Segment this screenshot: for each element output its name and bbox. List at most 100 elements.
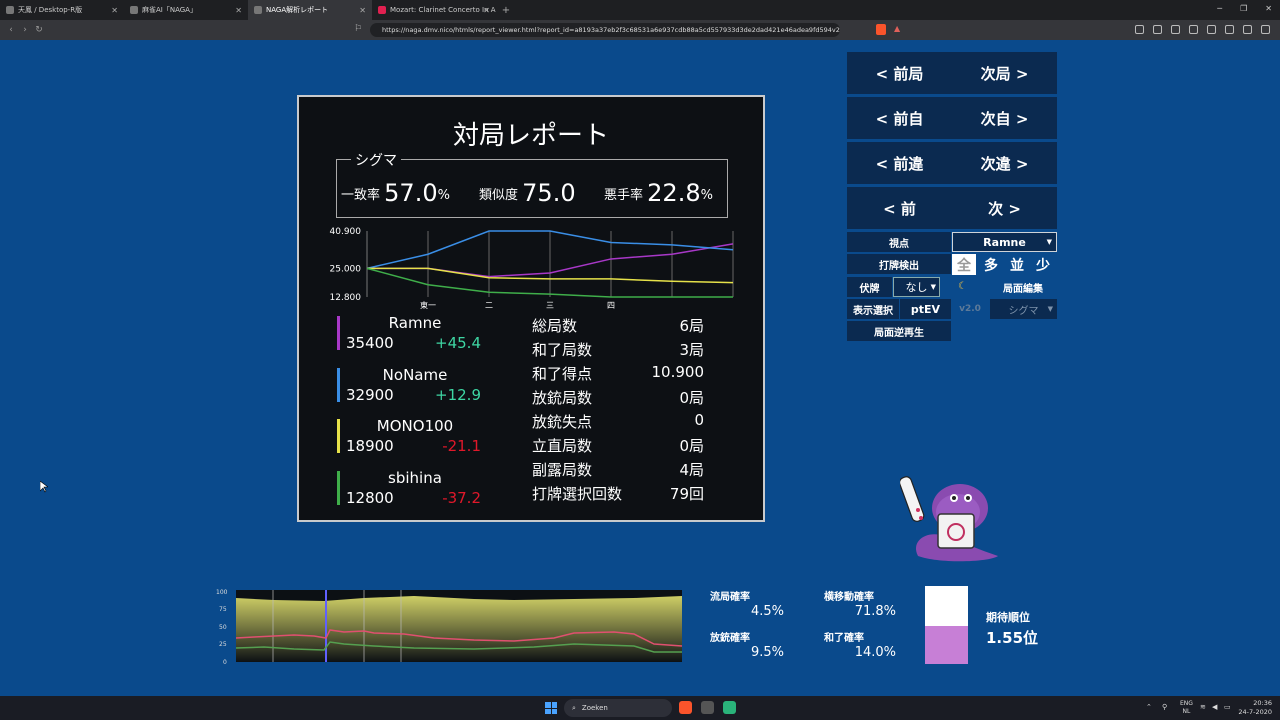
probability-mini-chart: 100 75 50 25 0 — [216, 589, 683, 666]
step-nav: < 前 次 > — [847, 187, 1057, 229]
brave-shield-icon[interactable] — [876, 24, 886, 35]
game-report-panel: 対局レポート シグマ 一致率 57.0% 類似度 75.0 悪手率 22.8% … — [297, 95, 765, 522]
next-round-button[interactable]: 次局 > — [952, 63, 1057, 84]
detect-normal-toggle[interactable]: 並 — [1005, 254, 1029, 275]
app-icon[interactable] — [723, 701, 736, 714]
bookmark-icon[interactable]: ⚐ — [354, 24, 362, 34]
close-window-icon[interactable]: ✕ — [1265, 4, 1272, 13]
stat-row: 打牌選択回数 79回 — [532, 485, 704, 503]
input-language[interactable]: ENG NL — [1180, 700, 1193, 716]
x-tick-label: 三 — [546, 301, 554, 309]
board-edit-button[interactable]: 局面編集 — [989, 277, 1057, 297]
discard-detect-label: 打牌検出 — [847, 254, 951, 274]
tab-favicon-icon — [378, 6, 386, 14]
stat-row: 放銃失点 0 — [532, 411, 704, 431]
hidden-tiles-select[interactable]: なし ▼ — [893, 277, 940, 297]
model-select[interactable]: シグマ ▼ — [990, 299, 1057, 319]
tab-favicon-icon — [6, 6, 14, 14]
back-icon[interactable]: ‹ — [4, 25, 18, 35]
minimize-icon[interactable]: ─ — [1217, 4, 1222, 13]
extension-icon[interactable] — [1189, 25, 1198, 34]
x-tick-label: 二 — [485, 301, 493, 309]
similarity: 類似度 75.0 — [479, 179, 576, 207]
search-icon: ⌕ — [572, 703, 576, 712]
forward-icon[interactable]: › — [18, 25, 32, 35]
display-select-label: 表示選択 — [847, 299, 899, 319]
taskbar-search[interactable]: ⌕ Zoeken — [564, 699, 672, 717]
prev-diff-button[interactable]: < 前違 — [847, 153, 952, 174]
mini-tick: 75 — [219, 606, 227, 613]
viewpoint-label: 視点 — [847, 232, 951, 252]
version-option[interactable]: v2.0 — [952, 299, 988, 319]
player-color-bar — [337, 471, 340, 505]
round-nav: < 前局 次局 > — [847, 52, 1057, 94]
viewpoint-select[interactable]: Ramne ▼ — [952, 232, 1057, 252]
prev-round-button[interactable]: < 前局 — [847, 63, 952, 84]
expected-rank-value: 1.55位 — [986, 629, 1039, 647]
prev-button[interactable]: < 前 — [847, 198, 952, 219]
prev-self-button[interactable]: < 前自 — [847, 108, 952, 129]
ai-summary-box: シグマ 一致率 57.0% 類似度 75.0 悪手率 22.8% — [336, 150, 728, 218]
player-row: Ramne 35400 +45.4 — [337, 314, 487, 356]
next-self-button[interactable]: 次自 > — [952, 108, 1057, 129]
browser-tab-bar: 天鳳 / Desktop-R版 ✕ 麻雀AI「NAGA」 ✕ NAGA解析レポート ✕… — [0, 0, 1280, 20]
player-row: MONO100 18900 -21.1 — [337, 417, 487, 459]
mini-tick: 25 — [219, 641, 227, 648]
clock[interactable]: 20:36 24-7-2020 — [1238, 699, 1272, 717]
tray-icon[interactable]: ⚲ — [1162, 703, 1167, 711]
battery-icon[interactable]: ▭ — [1224, 703, 1231, 711]
deal-in-prob-label: 放銃確率 — [710, 633, 750, 644]
close-icon[interactable]: ✕ — [483, 6, 490, 15]
match-rate: 一致率 57.0% — [341, 179, 450, 207]
dark-mode-toggle-icon[interactable]: ☾ — [958, 281, 967, 292]
app-icon[interactable] — [701, 701, 714, 714]
wifi-icon[interactable]: ≋ — [1200, 703, 1206, 711]
close-icon[interactable]: ✕ — [235, 6, 242, 15]
detect-few-toggle[interactable]: 少 — [1031, 254, 1055, 275]
detect-all-toggle[interactable]: 全 — [952, 254, 976, 275]
browser-toolbar: ‹ › ↻ ⚐ https://naga.dmv.nico/htmls/repo… — [0, 20, 1280, 40]
self-turn-nav: < 前自 次自 > — [847, 97, 1057, 139]
detect-many-toggle[interactable]: 多 — [979, 254, 1003, 275]
bad-move-rate: 悪手率 22.8% — [604, 179, 713, 207]
score-line-chart: 40.900 25.000 12.800 東一 二 三 四 — [330, 227, 734, 309]
volume-icon[interactable]: ◀ — [1212, 703, 1217, 711]
browser-tab[interactable]: 天鳳 / Desktop-R版 ✕ — [0, 0, 124, 20]
next-button[interactable]: 次 > — [952, 198, 1057, 219]
mouse-cursor-icon — [40, 481, 48, 493]
tray-chevron-icon[interactable]: ⌃ — [1146, 703, 1152, 711]
extension-icon[interactable] — [1135, 25, 1144, 34]
extension-icon[interactable] — [1207, 25, 1216, 34]
close-icon[interactable]: ✕ — [111, 6, 118, 15]
new-tab-button[interactable]: + — [496, 5, 516, 16]
x-tick-label: 四 — [607, 301, 615, 309]
browser-tab[interactable]: Mozart: Clarinet Concerto In A M...✕ — [372, 0, 496, 20]
reload-icon[interactable]: ↻ — [32, 25, 46, 35]
win-prob-label: 和了確率 — [824, 633, 864, 644]
y-tick-label: 40.900 — [330, 227, 362, 237]
win-prob-value: 14.0% — [854, 645, 896, 660]
extension-icon[interactable] — [1225, 25, 1234, 34]
brave-app-icon[interactable] — [679, 701, 692, 714]
stat-row: 和了得点 10.900 — [532, 363, 704, 383]
y-tick-label: 25.000 — [330, 264, 362, 274]
next-diff-button[interactable]: 次違 > — [952, 153, 1057, 174]
menu-icon[interactable] — [1261, 25, 1270, 34]
player-row: NoName 32900 +12.9 — [337, 366, 487, 408]
browser-tab[interactable]: 麻雀AI「NAGA」 ✕ — [124, 0, 248, 20]
close-icon[interactable]: ✕ — [359, 6, 366, 15]
rewards-icon[interactable]: ▲ — [894, 24, 900, 33]
extension-icon[interactable] — [1171, 25, 1180, 34]
extension-icon[interactable] — [1153, 25, 1162, 34]
restore-icon[interactable]: ❐ — [1240, 4, 1247, 13]
browser-tab-active[interactable]: NAGA解析レポート ✕ — [248, 0, 372, 20]
ptev-button[interactable]: ptEV — [900, 299, 951, 319]
stat-row: 和了局数 3局 — [532, 341, 704, 359]
extension-icon[interactable] — [1243, 25, 1252, 34]
reverse-play-button[interactable]: 局面逆再生 — [847, 321, 951, 341]
url-field[interactable]: https://naga.dmv.nico/htmls/report_viewe… — [370, 23, 840, 37]
draw-prob-value: 4.5% — [750, 604, 784, 619]
start-icon[interactable] — [545, 702, 557, 714]
report-title: 対局レポート — [452, 121, 609, 151]
player-color-bar — [337, 316, 340, 350]
